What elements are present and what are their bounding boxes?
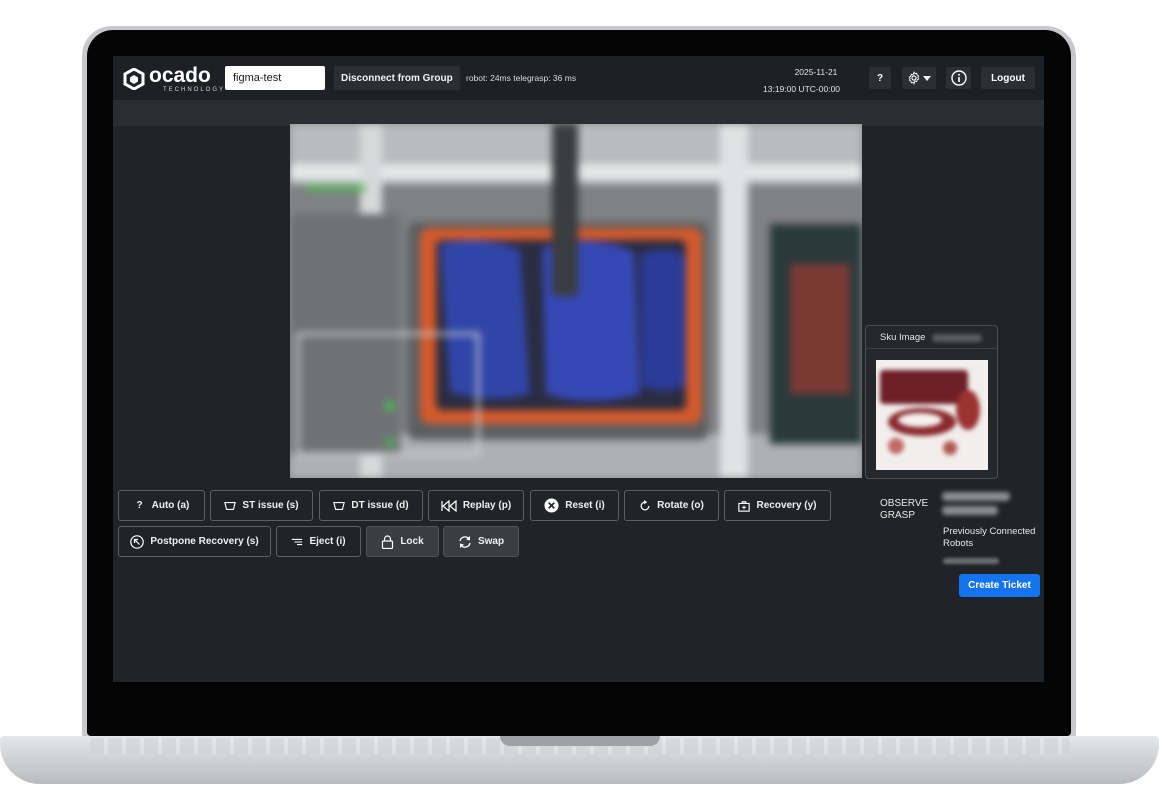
filter-lines-icon (292, 538, 303, 545)
reset-button-label: Reset (i) (565, 500, 605, 511)
rotate-button[interactable]: Rotate (o) (624, 490, 719, 521)
dt-issue-button-label: DT issue (d) (351, 500, 409, 511)
replay-button[interactable]: Replay (p) (428, 490, 524, 521)
recovery-button[interactable]: Recovery (y) (724, 490, 831, 521)
logo-subtitle: TECHNOLOGY (163, 87, 226, 93)
rotate-icon (640, 499, 650, 510)
previously-connected-robots-label: Previously Connected Robots (943, 526, 1036, 549)
sku-panel-divider (866, 348, 997, 349)
ocado-logo: ocado TECHNOLOGY (123, 64, 226, 93)
logout-button[interactable]: Logout (981, 67, 1035, 89)
robot-id-redacted (942, 492, 1014, 518)
robot-state-line2: GRASP (880, 510, 916, 521)
help-button[interactable]: ? (869, 67, 891, 89)
group-name-input[interactable] (225, 66, 325, 90)
rotate-button-label: Rotate (o) (657, 500, 704, 511)
replay-button-label: Replay (p) (462, 500, 512, 511)
lock-button-label: Lock (400, 536, 424, 547)
clock-date: 2025-11-21 (794, 67, 838, 77)
tray-icon (333, 501, 346, 510)
create-ticket-button[interactable]: Create Ticket (959, 574, 1040, 597)
swap-button-label: Swap (477, 536, 505, 547)
laptop-mockup: ocado TECHNOLOGY Disconnect from Group r… (0, 0, 1159, 800)
robot-state-line1: OBSERVE (880, 498, 929, 509)
previous-robot-redacted (943, 558, 999, 564)
sub-bar (113, 100, 1044, 126)
gear-icon (908, 71, 920, 85)
sku-product-graphic (876, 360, 988, 470)
lock-button[interactable]: Lock (366, 526, 439, 557)
st-issue-button-label: ST issue (s) (242, 500, 299, 511)
auto-button-label: Auto (a) (151, 500, 190, 511)
lock-icon (382, 534, 394, 549)
postpone-recovery-button[interactable]: Postpone Recovery (s) (118, 526, 271, 557)
arrow-up-left-circle-icon (130, 534, 145, 549)
info-button[interactable] (946, 67, 971, 89)
camera-feed-image (290, 124, 862, 478)
rewind-icon (441, 499, 457, 512)
postpone-recovery-button-label: Postpone Recovery (s) (150, 536, 259, 547)
tray-icon (224, 501, 237, 510)
chevron-down-icon (923, 76, 931, 81)
app-screen: ocado TECHNOLOGY Disconnect from Group r… (113, 56, 1044, 682)
clock-time: 13:19:00 UTC-00:00 (763, 84, 841, 94)
ocado-hexagon-icon (123, 68, 145, 90)
close-circle-icon (544, 498, 559, 513)
sku-product-image (876, 360, 988, 470)
st-issue-button[interactable]: ST issue (s) (210, 490, 313, 521)
disconnect-group-button[interactable]: Disconnect from Group (334, 66, 460, 90)
robot-state: OBSERVE GRASP (880, 498, 928, 522)
clock: 2025-11-21 13:19:00 UTC-00:00 (763, 64, 859, 98)
question-icon: ? (136, 500, 143, 511)
recovery-button-label: Recovery (y) (756, 500, 817, 511)
info-icon (950, 70, 967, 86)
swap-button[interactable]: Swap (443, 526, 519, 557)
camera-feed (290, 124, 862, 478)
eject-button-label: Eject (i) (309, 536, 346, 547)
settings-button[interactable] (902, 67, 936, 89)
eject-button[interactable]: Eject (i) (276, 526, 361, 557)
laptop-notch (500, 736, 660, 746)
sku-id-redacted (932, 334, 982, 342)
swap-icon (459, 535, 471, 548)
logo-word: ocado (149, 64, 211, 87)
sku-image-panel: Sku Image (865, 325, 998, 479)
auto-button[interactable]: ? Auto (a) (118, 490, 205, 521)
sku-panel-title: Sku Image (880, 332, 926, 343)
dt-issue-button[interactable]: DT issue (d) (319, 490, 423, 521)
reset-button[interactable]: Reset (i) (530, 490, 619, 521)
briefcase-plus-icon (738, 500, 751, 512)
latency-readout: robot: 24ms telegrasp: 36 ms (466, 73, 577, 83)
